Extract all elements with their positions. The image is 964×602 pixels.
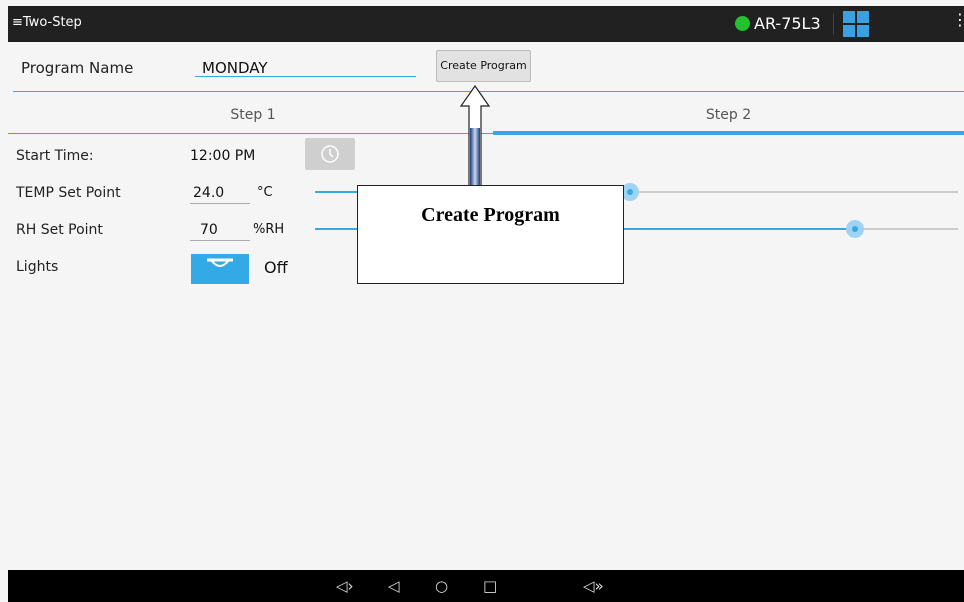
back-icon[interactable]: ◁ xyxy=(388,577,400,595)
annotation-callout-text: Create Program xyxy=(421,204,560,226)
divider xyxy=(833,13,834,35)
clock-icon xyxy=(321,145,339,163)
toggle-off-icon xyxy=(207,258,233,267)
home-icon[interactable]: ○ xyxy=(435,577,448,595)
tab-step-2[interactable]: Step 2 xyxy=(493,107,964,123)
tab-step-1[interactable]: Step 1 xyxy=(13,107,493,123)
lights-toggle[interactable] xyxy=(191,254,249,284)
temp-input[interactable]: 24.0 xyxy=(193,185,224,201)
system-navigation-bar: ◁› ◁ ○ □ ◁» xyxy=(8,570,964,602)
annotation-arrow-icon xyxy=(459,84,491,193)
device-name[interactable]: AR-75L3 xyxy=(754,14,821,33)
action-bar: ≡Two-Step AR-75L3 ⋮ xyxy=(8,6,964,42)
grid-menu-icon[interactable] xyxy=(843,11,869,37)
clock-button[interactable] xyxy=(305,138,355,170)
rh-set-point-label: RH Set Point xyxy=(16,222,103,238)
recents-icon[interactable]: □ xyxy=(483,577,497,595)
rh-unit: %RH xyxy=(253,222,285,237)
program-name-label: Program Name xyxy=(21,59,134,77)
rh-slider-thumb[interactable] xyxy=(846,220,865,238)
temp-set-point-label: TEMP Set Point xyxy=(16,185,121,201)
start-time-label: Start Time: xyxy=(16,148,94,164)
rh-input[interactable]: 70 xyxy=(200,222,218,238)
program-name-input[interactable]: MONDAY xyxy=(202,59,268,77)
overflow-menu-icon[interactable]: ⋮ xyxy=(952,12,964,28)
temp-unit: °C xyxy=(257,185,273,200)
tab-selected-indicator xyxy=(493,131,964,135)
create-program-button[interactable]: Create Program xyxy=(436,50,531,82)
tab-divider xyxy=(8,133,494,134)
lights-state: Off xyxy=(264,258,288,277)
connection-status-icon xyxy=(735,16,750,31)
volume-up-icon[interactable]: ◁» xyxy=(583,577,604,595)
rh-underline xyxy=(190,240,250,241)
program-name-underline xyxy=(195,76,416,77)
lights-label: Lights xyxy=(16,259,59,275)
app-title-menu[interactable]: ≡Two-Step xyxy=(12,15,82,30)
start-time-value: 12:00 PM xyxy=(190,148,256,164)
annotation-callout: Create Program xyxy=(357,185,624,284)
volume-down-icon[interactable]: ◁› xyxy=(336,577,354,595)
temp-underline xyxy=(190,203,250,204)
